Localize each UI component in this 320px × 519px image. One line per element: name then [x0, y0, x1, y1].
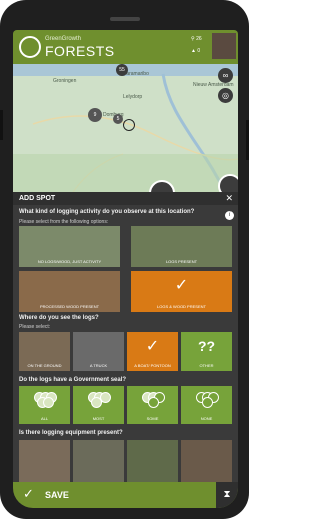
seal-icon [87, 392, 111, 408]
option-label: ALL [40, 416, 49, 421]
option-label: A BOAT/ PONTOON [134, 363, 171, 368]
option-seal-all[interactable]: ALL [19, 386, 70, 424]
option-label: NO LOGS/WOOD, JUST ACTIVITY [37, 259, 102, 264]
option-processed-wood[interactable]: PROCESSED WOOD PRESENT [19, 271, 120, 312]
app-header: GreenGrowth FORESTS ⚲ 26 ▲ 0 [13, 30, 238, 64]
volume-button [0, 110, 3, 140]
option-truck[interactable]: A TRUCK [73, 332, 124, 371]
option-label: MOST [92, 416, 105, 421]
check-icon: ✓ [174, 277, 189, 294]
map-label: Groningen [53, 78, 77, 84]
marker-photo[interactable] [218, 174, 238, 192]
option-label: LOGS & WOOD PRESENT [157, 304, 206, 309]
panel-title: ADD SPOT [19, 195, 56, 202]
option-seal-most[interactable]: MOST [73, 386, 124, 424]
option-label: ON THE GROUND [27, 363, 62, 368]
map-label: Nieuw Amsterdam [193, 82, 234, 88]
binoculars-icon[interactable]: ∞ [218, 68, 233, 83]
seal-icon [141, 392, 165, 408]
seal-icon [33, 392, 57, 408]
question-2: Where do you see the logs? [19, 315, 99, 321]
option-label: OTHER [199, 363, 214, 368]
check-icon: ✓ [145, 338, 160, 355]
option-other[interactable]: ?? OTHER [181, 332, 232, 371]
hourglass-icon[interactable]: ⧗ [216, 482, 238, 508]
crosshair-icon [123, 119, 135, 131]
cluster-marker[interactable]: 55 [116, 64, 128, 76]
question-1: What kind of logging activity do you obs… [19, 209, 195, 215]
option-logs-present[interactable]: LOGS PRESENT [131, 226, 232, 267]
option-logs-and-wood[interactable]: ✓ LOGS & WOOD PRESENT [131, 271, 232, 312]
option-equipment-1[interactable] [19, 440, 70, 482]
add-spot-panel: ADD SPOT ✕ What kind of logging activity… [13, 192, 238, 482]
phone-frame: GreenGrowth FORESTS ⚲ 26 ▲ 0 Paramaribo … [0, 0, 249, 519]
option-equipment-3[interactable] [127, 440, 178, 482]
seal-icon [195, 392, 219, 408]
check-icon: ✓ [23, 486, 34, 501]
power-button [246, 120, 249, 160]
option-boat[interactable]: ✓ A BOAT/ PONTOON [127, 332, 178, 371]
locate-icon[interactable]: ◎ [218, 88, 233, 103]
avatar[interactable] [212, 33, 236, 59]
logo [19, 36, 41, 58]
question-2-sub: Please select: [19, 324, 51, 330]
question-4: Is there logging equipment present? [19, 430, 123, 436]
speaker [110, 17, 140, 21]
brand-top: GreenGrowth [45, 36, 82, 42]
panel-header: ADD SPOT ✕ [13, 192, 238, 205]
cluster-marker[interactable]: 9 [88, 108, 102, 122]
option-equipment-2[interactable] [73, 440, 124, 482]
stat-2: ▲ 0 [191, 48, 201, 54]
save-bar[interactable]: ✓ SAVE ⧗ [13, 482, 238, 508]
option-equipment-4[interactable] [181, 440, 232, 482]
close-icon[interactable]: ✕ [225, 193, 233, 204]
option-label: PROCESSED WOOD PRESENT [39, 304, 100, 309]
cluster-marker[interactable]: 5 [113, 114, 123, 124]
option-label: NONE [200, 416, 213, 421]
map[interactable]: Paramaribo Groningen Lelydorp Domburg Ni… [13, 64, 238, 192]
question-marks-icon: ?? [197, 338, 216, 354]
option-on-ground[interactable]: ON THE GROUND [19, 332, 70, 371]
save-button[interactable]: SAVE [45, 490, 69, 500]
screen: GreenGrowth FORESTS ⚲ 26 ▲ 0 Paramaribo … [13, 30, 238, 508]
info-icon[interactable]: i [225, 211, 234, 220]
question-1-sub: Please select from the following options… [19, 219, 109, 225]
stat-1: ⚲ 26 [191, 36, 202, 42]
option-no-logs[interactable]: NO LOGS/WOOD, JUST ACTIVITY [19, 226, 120, 267]
option-seal-some[interactable]: SOME [127, 386, 178, 424]
option-label: LOGS PRESENT [165, 259, 198, 264]
map-label: Lelydorp [123, 94, 143, 100]
brand-title: FORESTS [45, 43, 115, 59]
option-seal-none[interactable]: NONE [181, 386, 232, 424]
option-label: A TRUCK [89, 363, 108, 368]
option-label: SOME [146, 416, 159, 421]
question-3: Do the logs have a Government seal? [19, 377, 127, 383]
